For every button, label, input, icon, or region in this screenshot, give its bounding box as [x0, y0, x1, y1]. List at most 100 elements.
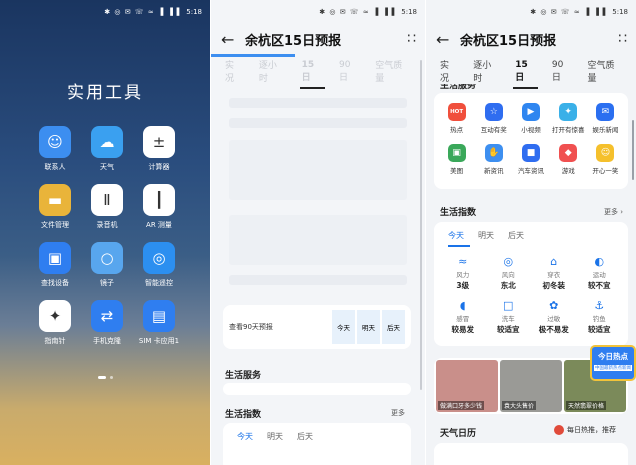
- index-tab-after[interactable]: 后天: [297, 431, 313, 442]
- service-label: 游戏: [561, 167, 575, 175]
- tab-0[interactable]: 实况: [217, 58, 251, 84]
- status-icons: ✱ ◎ ✉ ☏ ≈ ▐ ▐▐: [319, 8, 396, 16]
- info-icon: ✋: [484, 144, 503, 162]
- status-icons: ✱ ◎ ✉ ☏ ≈ ▐ ▐▐: [530, 8, 607, 16]
- app-label: 查找设备: [41, 279, 69, 287]
- index-name: 感冒: [456, 315, 470, 323]
- day-tab-after[interactable]: 后天: [382, 310, 405, 344]
- back-arrow-icon[interactable]: ←: [436, 30, 460, 49]
- index-more-link[interactable]: 更多: [391, 408, 405, 418]
- app-label: 镜子: [100, 279, 114, 287]
- app-calculator[interactable]: ± 计算器: [134, 126, 184, 172]
- forecast-screen: ✱ ◎ ✉ ☏ ≈ ▐ ▐▐ 5:18 ← 余杭区15日预报 ∷ 实况 逐小时 15…: [426, 0, 636, 465]
- calendar-heading: 天气日历: [440, 429, 477, 439]
- allergy-icon: ✿: [549, 299, 559, 312]
- back-arrow-icon[interactable]: ←: [221, 30, 245, 49]
- index-wind[interactable]: ≈ 风力 3级: [440, 255, 486, 291]
- index-name: 运动: [592, 271, 606, 279]
- service-hot[interactable]: HOT 热点: [438, 103, 475, 134]
- tab-1[interactable]: 逐小时: [465, 58, 507, 84]
- service-heading: 生活服务: [440, 84, 477, 91]
- app-find-device[interactable]: ▣ 查找设备: [30, 242, 80, 288]
- index-carwash[interactable]: □ 洗车 较适宜: [486, 299, 532, 335]
- service-card: HOT 热点 ☆ 互动有奖 ▶ 小视频 ✦ 打开有惊喜 ✉ 娱乐新闻 ▣ 美图 ✋ 新资讯 ■ 汽车资讯 ◆ 游戏…: [434, 93, 628, 189]
- index-heading: 生活指数: [225, 410, 262, 420]
- index-value: 东北: [500, 281, 516, 290]
- tab-0[interactable]: 实况: [432, 58, 465, 84]
- index-more-link[interactable]: 更多 ›: [604, 207, 623, 217]
- app-label: 录音机: [96, 221, 118, 229]
- index-tab-tomorrow[interactable]: 明天: [267, 431, 283, 442]
- ad-coin[interactable]: 袁大头售价: [500, 360, 562, 412]
- app-compass[interactable]: ✦ 指南针: [30, 300, 80, 346]
- skeleton-row: [229, 275, 407, 285]
- calculator-icon: ±: [143, 126, 175, 158]
- service-info[interactable]: ✋ 新资讯: [475, 144, 512, 175]
- smile-icon: ☺: [596, 144, 615, 162]
- tab-3[interactable]: 90日: [331, 60, 367, 83]
- day-tab-today[interactable]: 今天: [332, 310, 355, 344]
- app-label: 联系人: [44, 163, 66, 171]
- phone-clone-icon: ⇄: [91, 300, 123, 332]
- service-reward[interactable]: ☆ 互动有奖: [475, 103, 512, 134]
- index-name: 洗车: [501, 315, 515, 323]
- app-remote[interactable]: ◎ 智能遥控: [134, 242, 184, 288]
- index-value: 较适宜: [588, 325, 611, 334]
- more-icon[interactable]: ∷: [618, 31, 627, 47]
- service-game[interactable]: ◆ 游戏: [550, 144, 587, 175]
- hot-badge-title: 今日热点: [598, 352, 628, 361]
- scrollbar[interactable]: [632, 120, 634, 180]
- skeleton-row: [229, 98, 407, 108]
- index-day-tabs: 今天 明天 后天: [434, 222, 628, 241]
- skeleton-row: [229, 118, 407, 128]
- hot-news-float[interactable]: 今日热点 中国最新热点新闻: [590, 345, 636, 381]
- index-tab-today[interactable]: 今天: [237, 431, 253, 442]
- service-label: 互动有奖: [480, 126, 507, 134]
- service-video[interactable]: ▶ 小视频: [512, 103, 549, 134]
- ad-teeth[interactable]: 做满口牙多少钱: [436, 360, 498, 412]
- service-heading: 生活服务: [225, 371, 262, 381]
- app-contacts[interactable]: ☺ 联系人: [30, 126, 80, 172]
- car-icon: ■: [521, 144, 540, 162]
- tab-2[interactable]: 15日: [507, 60, 544, 89]
- index-sport[interactable]: ◐ 运动 较不宜: [577, 255, 623, 291]
- tab-2[interactable]: 15日: [294, 60, 331, 89]
- ad-caption: 做满口牙多少钱: [438, 401, 485, 410]
- index-tab-tomorrow[interactable]: 明天: [478, 230, 494, 241]
- index-allergy[interactable]: ✿ 过敏 极不易发: [531, 299, 577, 335]
- service-news[interactable]: ✉ 娱乐新闻: [587, 103, 624, 134]
- day-tab-tomorrow[interactable]: 明天: [357, 310, 380, 344]
- app-ruler[interactable]: ┃ AR 测量: [134, 184, 184, 230]
- index-value: 3级: [456, 281, 470, 290]
- index-card: 今天 明天 后天: [223, 423, 411, 465]
- index-tab-after[interactable]: 后天: [508, 230, 524, 241]
- index-fishing[interactable]: ⚓ 钓鱼 较适宜: [577, 299, 623, 335]
- app-recorder[interactable]: Ⅱ 录音机: [82, 184, 132, 230]
- index-tab-today[interactable]: 今天: [448, 230, 464, 241]
- scrollbar[interactable]: [420, 60, 422, 390]
- hot-badge-sub: 中国最新热点新闻: [594, 365, 632, 371]
- app-folder[interactable]: ▬ 文件管理: [30, 184, 80, 230]
- index-cold[interactable]: ◖ 感冒 较易发: [440, 299, 486, 335]
- app-sim[interactable]: ▤ SIM 卡应用1: [134, 300, 184, 346]
- tab-4[interactable]: 空气质量: [367, 58, 419, 84]
- service-smile[interactable]: ☺ 开心一笑: [587, 144, 624, 175]
- folder-icon: ▬: [39, 184, 71, 216]
- service-photo[interactable]: ▣ 美图: [438, 144, 475, 175]
- calendar-tag[interactable]: 每日热推，推荐: [554, 425, 616, 435]
- calendar-tag-text: 每日热推，推荐: [567, 426, 616, 434]
- forecast-90-card[interactable]: 查看90天预报 今天 明天 后天: [223, 305, 411, 349]
- more-icon[interactable]: ∷: [407, 31, 416, 47]
- app-phone-clone[interactable]: ⇄ 手机克隆: [82, 300, 132, 346]
- service-surprise[interactable]: ✦ 打开有惊喜: [550, 103, 587, 134]
- tab-3[interactable]: 90日: [544, 60, 580, 83]
- tab-4[interactable]: 空气质量: [579, 58, 630, 84]
- index-clothing[interactable]: ⌂ 穿衣 初冬装: [531, 255, 577, 291]
- app-weather[interactable]: ☁ 天气: [82, 126, 132, 172]
- app-label: 天气: [100, 163, 114, 171]
- index-direction[interactable]: ◎ 风向 东北: [486, 255, 532, 291]
- app-mirror[interactable]: ○ 镜子: [82, 242, 132, 288]
- mirror-icon: ○: [91, 242, 123, 274]
- tab-1[interactable]: 逐小时: [251, 58, 294, 84]
- service-car[interactable]: ■ 汽车资讯: [512, 144, 549, 175]
